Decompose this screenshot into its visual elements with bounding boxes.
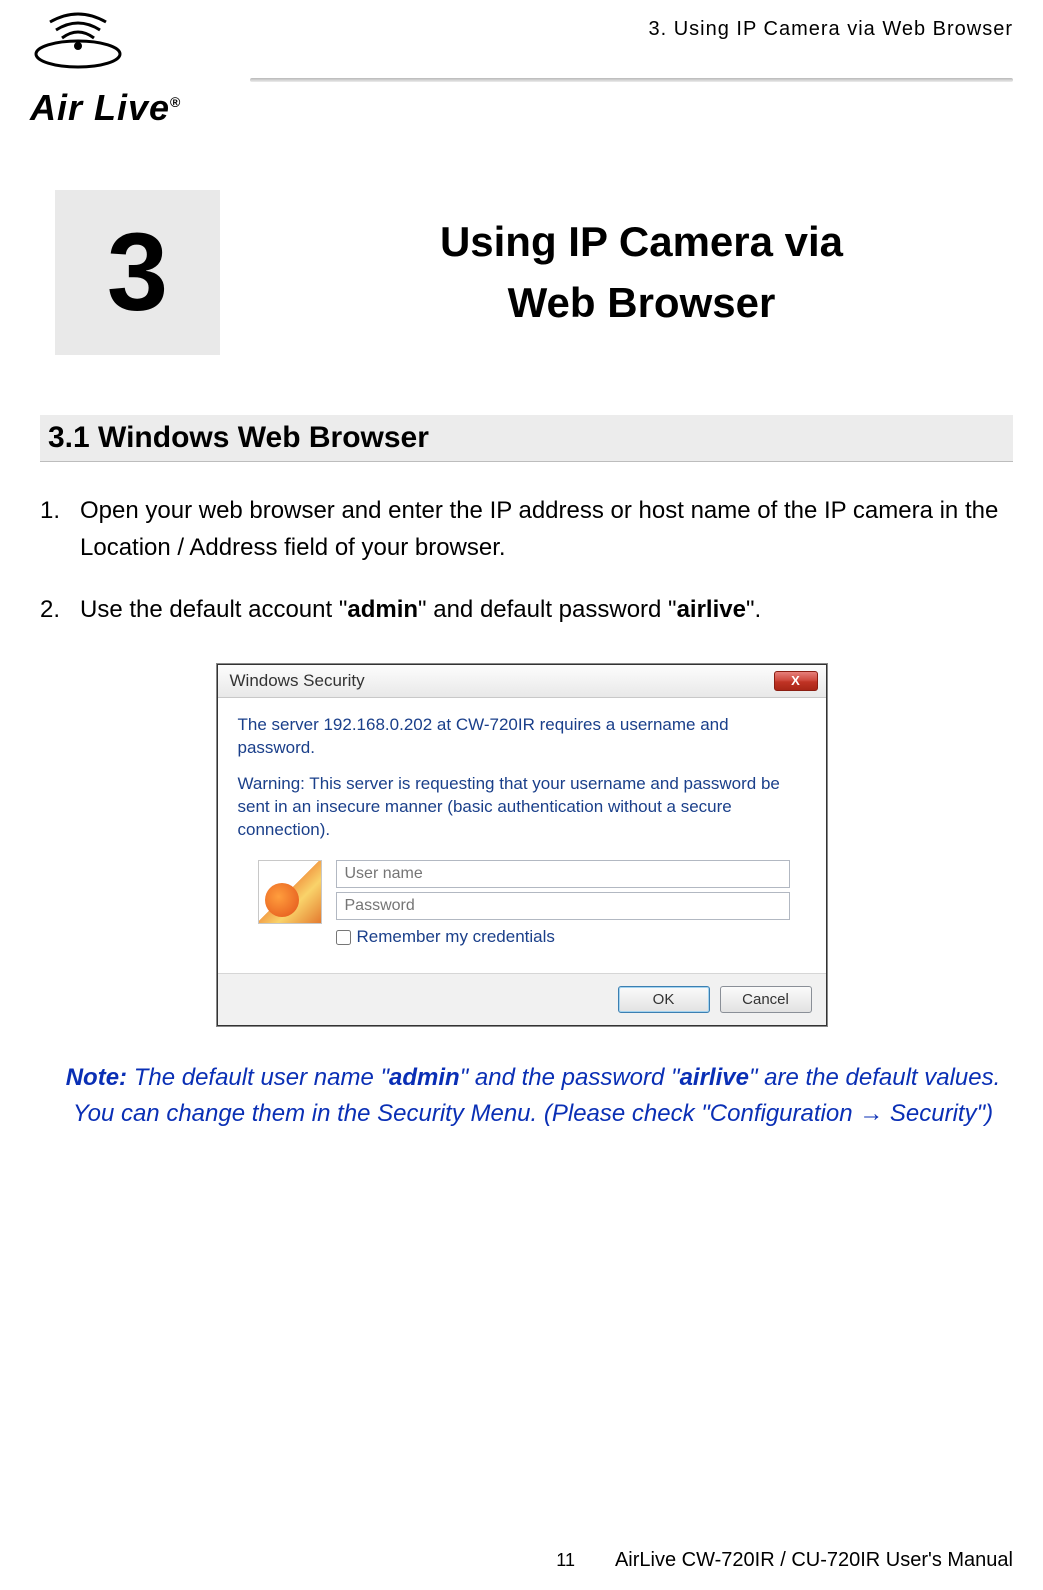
dialog-title: Windows Security [230, 671, 365, 691]
section-heading-bar: 3.1 Windows Web Browser [40, 415, 1013, 462]
remember-credentials-label[interactable]: Remember my credentials [336, 926, 790, 949]
close-icon: X [791, 673, 800, 688]
list-number: 1. [40, 492, 80, 566]
dialog-server-line: The server 192.168.0.202 at CW-720IR req… [238, 714, 806, 760]
chapter-title: Using IP Camera via Web Browser [270, 212, 1013, 334]
credentials-row: Remember my credentials [258, 860, 806, 949]
dialog-body: The server 192.168.0.202 at CW-720IR req… [218, 698, 826, 974]
remember-checkbox[interactable] [336, 930, 351, 945]
page-header: Air Live® 3. Using IP Camera via Web Bro… [0, 0, 1043, 110]
dialog-titlebar: Windows Security X [218, 665, 826, 698]
list-body: Open your web browser and enter the IP a… [80, 492, 1013, 566]
remember-text: Remember my credentials [357, 926, 555, 949]
logo-text: Air Live® [30, 87, 260, 129]
dialog-footer: OK Cancel [218, 973, 826, 1025]
windows-security-dialog: Windows Security X The server 192.168.0.… [217, 664, 827, 1027]
section-heading: 3.1 Windows Web Browser [48, 421, 429, 454]
close-button[interactable]: X [774, 671, 818, 691]
header-chapter-ref: 3. Using IP Camera via Web Browser [649, 18, 1014, 41]
manual-title: AirLive CW-720IR / CU-720IR User's Manua… [615, 1549, 1013, 1572]
list-item: 2. Use the default account "admin" and d… [40, 591, 1013, 628]
note-block: Note: The default user name "admin" and … [55, 1060, 1011, 1132]
credentials-icon [258, 860, 322, 924]
credentials-fields: Remember my credentials [336, 860, 790, 949]
logo-graphic [30, 10, 250, 82]
username-input[interactable] [336, 860, 790, 888]
list-number: 2. [40, 591, 80, 628]
note-label: Note: [66, 1064, 127, 1091]
list-item: 1. Open your web browser and enter the I… [40, 492, 1013, 566]
list-body: Use the default account "admin" and defa… [80, 591, 1013, 628]
brand-logo: Air Live® [30, 10, 260, 129]
instruction-list: 1. Open your web browser and enter the I… [40, 492, 1013, 629]
chapter-number-badge: 3 [55, 190, 220, 355]
screenshot-dialog-wrap: Windows Security X The server 192.168.0.… [0, 664, 1043, 1027]
page-number: 11 [556, 1550, 575, 1571]
ok-button[interactable]: OK [618, 986, 710, 1013]
chapter-number: 3 [107, 209, 168, 336]
password-input[interactable] [336, 892, 790, 920]
cancel-button[interactable]: Cancel [720, 986, 812, 1013]
header-divider [250, 78, 1013, 82]
page-footer: 11 AirLive CW-720IR / CU-720IR User's Ma… [30, 1549, 1013, 1572]
chapter-heading: 3 Using IP Camera via Web Browser [55, 190, 1013, 355]
dialog-warning-line: Warning: This server is requesting that … [238, 773, 806, 842]
